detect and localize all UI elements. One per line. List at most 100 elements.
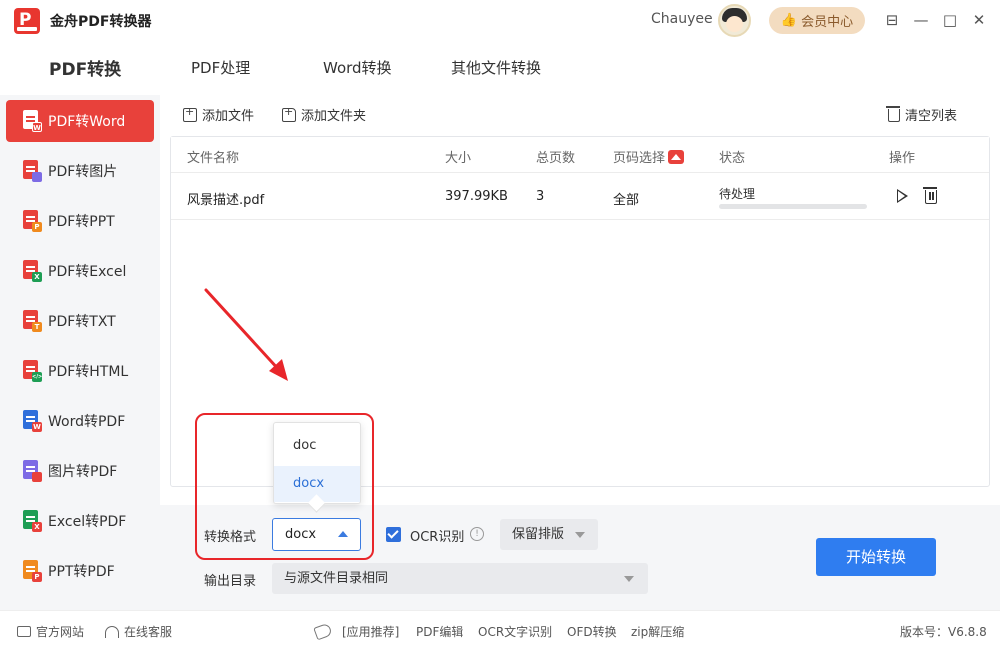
delete-icon[interactable]: [923, 187, 937, 204]
monitor-icon: [17, 626, 31, 637]
add-folder-button[interactable]: 添加文件夹: [282, 105, 366, 124]
header-file-name: 文件名称: [187, 151, 240, 166]
trash-icon: [886, 106, 900, 122]
sidebar-item-label: PDF转图片: [48, 164, 118, 180]
pdf-excel-icon: X: [22, 260, 42, 282]
sidebar-item-pdf-to-html[interactable]: </> PDF转HTML: [6, 350, 154, 392]
row-size: 397.99KB: [445, 189, 508, 204]
table-row[interactable]: 风景描述.pdf 397.99KB 3 全部 待处理: [171, 174, 989, 220]
output-dir-value: 与源文件目录相同: [284, 571, 389, 586]
add-folder-icon: [282, 105, 296, 122]
pdf-html-icon: </>: [22, 360, 42, 382]
sidebar-item-label: Word转PDF: [48, 414, 126, 430]
add-folder-label: 添加文件夹: [301, 109, 367, 124]
play-icon[interactable]: [897, 189, 908, 203]
add-file-icon: [183, 105, 197, 122]
vip-label: 会员中心: [801, 15, 854, 30]
start-convert-button[interactable]: 开始转换: [816, 538, 936, 576]
close-button[interactable]: ✕: [967, 8, 991, 32]
sidebar-item-pdf-to-word[interactable]: W PDF转Word: [6, 100, 154, 142]
format-option-doc[interactable]: doc: [274, 428, 360, 464]
clear-list-label: 清空列表: [905, 109, 958, 124]
format-dropdown: doc docx: [273, 422, 361, 504]
pdf-ppt-icon: P: [22, 210, 42, 232]
row-file-name: 风景描述.pdf: [187, 193, 265, 208]
website-label: 官方网站: [36, 625, 85, 639]
tab-word-convert[interactable]: Word转换: [323, 57, 392, 78]
sidebar-item-label: PPT转PDF: [48, 564, 115, 580]
annotation-arrow: [204, 288, 288, 381]
sidebar-item-pdf-to-image[interactable]: PDF转图片: [6, 150, 154, 192]
footer-link-ofd[interactable]: OFD转换: [567, 623, 617, 640]
vip-crown-icon: [668, 150, 685, 164]
output-label: 输出目录: [204, 574, 257, 589]
headset-icon: [105, 625, 119, 638]
sidebar-item-image-to-pdf[interactable]: 图片转PDF: [6, 450, 154, 492]
caret-down-icon: [575, 532, 585, 538]
maximize-button[interactable]: □: [938, 8, 962, 32]
thumb-up-icon: 👍: [780, 13, 798, 28]
add-file-button[interactable]: 添加文件: [183, 105, 254, 124]
sidebar-item-ppt-to-pdf[interactable]: P PPT转PDF: [6, 550, 154, 592]
row-page-range[interactable]: 全部: [613, 189, 639, 208]
tab-pdf-process[interactable]: PDF处理: [191, 57, 250, 78]
output-dir-select[interactable]: 与源文件目录相同: [272, 563, 648, 594]
format-option-docx[interactable]: docx: [274, 466, 360, 502]
tab-pdf-convert[interactable]: PDF转换: [49, 55, 124, 84]
sidebar-item-pdf-to-ppt[interactable]: P PDF转PPT: [6, 200, 154, 242]
online-service-link[interactable]: 在线客服: [105, 623, 172, 640]
footer-link-zip[interactable]: zip解压缩: [631, 623, 684, 640]
sidebar-item-label: PDF转HTML: [48, 364, 129, 380]
ocr-label: OCR识别: [410, 530, 465, 545]
layout-select-value: 保留排版: [512, 527, 565, 542]
app-recommend-label: [应用推荐]: [342, 625, 400, 639]
title-bar: 金舟PDF转换器 Chauyee 👍 会员中心 ⊟ — □ ✕: [0, 0, 1000, 40]
ppt-pdf-icon: P: [22, 560, 42, 582]
top-tabs: PDF转换 PDF处理 Word转换 其他文件转换: [0, 40, 1000, 95]
minimize-button[interactable]: —: [909, 8, 933, 32]
clear-list-button[interactable]: 清空列表: [886, 105, 958, 124]
format-select[interactable]: docx: [272, 518, 361, 551]
image-pdf-icon: [22, 460, 42, 482]
row-status: 待处理: [719, 187, 756, 201]
footer: 官方网站 在线客服 [应用推荐] PDF编辑 OCR文字识别 OFD转换 zip…: [0, 610, 1000, 650]
header-size: 大小: [445, 151, 472, 166]
pdf-txt-icon: T: [22, 310, 42, 332]
avatar[interactable]: [718, 4, 751, 37]
header-pages: 总页数: [536, 151, 576, 166]
sidebar-item-excel-to-pdf[interactable]: X Excel转PDF: [6, 500, 154, 542]
version-label: 版本号：V6.8.8: [900, 625, 987, 639]
header-actions: 操作: [889, 151, 916, 166]
footer-link-pdf-edit[interactable]: PDF编辑: [416, 623, 463, 640]
format-label: 转换格式: [204, 530, 257, 545]
caret-down-icon: [624, 576, 634, 582]
sidebar-item-label: PDF转PPT: [48, 214, 115, 230]
vip-center-button[interactable]: 👍 会员中心: [769, 7, 865, 34]
sidebar-item-label: 图片转PDF: [48, 464, 118, 480]
sidebar-item-label: Excel转PDF: [48, 514, 127, 530]
excel-pdf-icon: X: [22, 510, 42, 532]
sidebar-item-pdf-to-excel[interactable]: X PDF转Excel: [6, 250, 154, 292]
sidebar-item-pdf-to-txt[interactable]: T PDF转TXT: [6, 300, 154, 342]
header-status: 状态: [719, 151, 746, 166]
megaphone-icon: [313, 622, 333, 641]
caret-up-icon: [338, 531, 348, 537]
footer-link-ocr[interactable]: OCR文字识别: [478, 623, 552, 640]
sidebar-item-label: PDF转Word: [48, 114, 126, 130]
layout-select[interactable]: 保留排版: [500, 519, 598, 550]
format-select-value: docx: [285, 527, 317, 542]
official-website-link[interactable]: 官方网站: [17, 623, 84, 640]
ocr-checkbox[interactable]: [386, 527, 401, 542]
sidebar-item-label: PDF转Excel: [48, 264, 127, 280]
header-page-range: 页码选择: [613, 147, 685, 166]
sidebar-item-word-to-pdf[interactable]: W Word转PDF: [6, 400, 154, 442]
app-recommend: [应用推荐]: [313, 622, 400, 641]
table-header: 文件名称 大小 总页数 页码选择 状态 操作: [171, 137, 989, 173]
info-icon[interactable]: !: [470, 527, 484, 541]
skin-icon[interactable]: ⊟: [880, 8, 904, 32]
tab-other-convert[interactable]: 其他文件转换: [451, 57, 541, 78]
user-name[interactable]: Chauyee: [651, 11, 713, 27]
row-progress-bar: [719, 204, 867, 209]
add-file-label: 添加文件: [202, 109, 255, 124]
sidebar-item-label: PDF转TXT: [48, 314, 116, 330]
